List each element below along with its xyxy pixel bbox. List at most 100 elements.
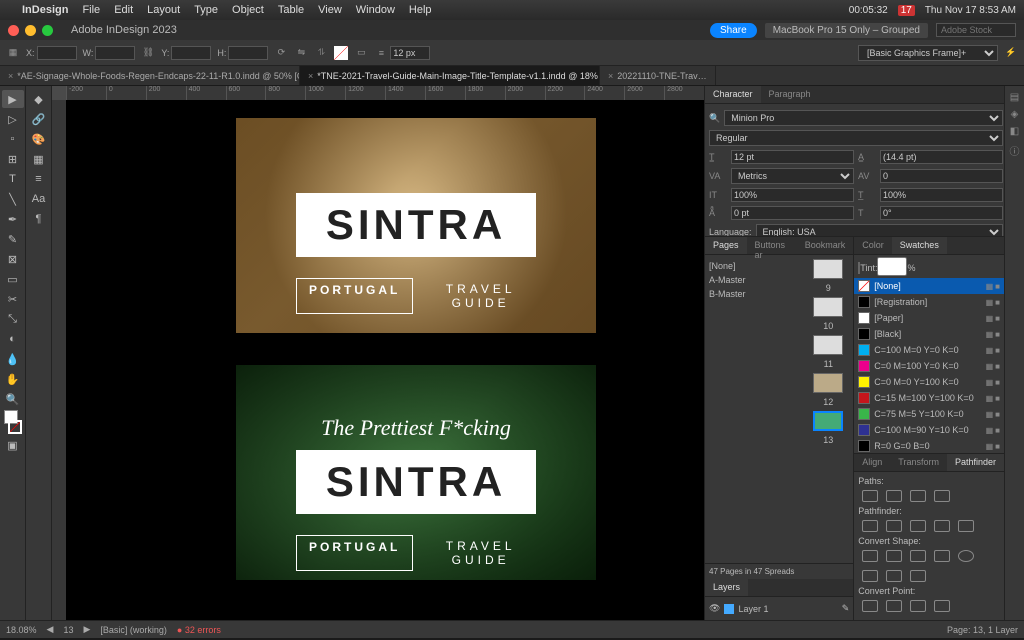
flip-v-icon[interactable]: ⥮ [314,46,328,60]
constrain-icon[interactable]: ⛓ [141,46,155,60]
swatch-row[interactable]: R=0 G=0 B=0▦■ [854,438,1004,453]
tracking-input[interactable] [880,169,1003,183]
free-transform-tool[interactable]: ⤡ [2,310,24,328]
path-open-icon[interactable] [886,490,902,502]
point-plain-icon[interactable] [862,600,878,612]
hscale-input[interactable] [880,188,1003,202]
font-size-input[interactable] [731,150,854,164]
tab-align[interactable]: Align [854,454,890,471]
tab-buttons[interactable]: Buttons ar [747,237,797,254]
swatch-row[interactable]: C=0 M=0 Y=100 K=0▦■ [854,374,1004,390]
pencil-tool[interactable]: ✎ [2,230,24,248]
document-tab[interactable]: ×20221110-TNE-Trav… [600,66,716,85]
gradient-panel-icon[interactable]: ▦ [28,150,50,168]
pf-subtract-icon[interactable] [886,520,902,532]
info-icon[interactable]: ⓘ [1010,143,1020,158]
line-tool[interactable]: ╲ [2,190,24,208]
menu-file[interactable]: File [82,4,100,16]
swatch-row[interactable]: C=100 M=0 Y=0 K=0▦■ [854,342,1004,358]
shape-bevel-icon[interactable] [910,550,926,562]
menu-view[interactable]: View [318,4,342,16]
path-reverse-icon[interactable] [934,490,950,502]
hand-tool[interactable]: ✋ [2,370,24,388]
glyphs-icon[interactable]: Aa [28,190,50,208]
swatch-row[interactable]: [Registration]▦■ [854,294,1004,310]
tab-bookmarks[interactable]: Bookmark [797,237,854,254]
fill-icon[interactable] [334,46,348,60]
shape-triangle-icon[interactable] [862,570,878,582]
swatch-row[interactable]: [Paper]▦■ [854,310,1004,326]
menu-object[interactable]: Object [232,4,264,16]
menu-type[interactable]: Type [194,4,218,16]
document-canvas[interactable]: -200020040060080010001200140016001800200… [52,86,704,620]
tab-paragraph[interactable]: Paragraph [761,86,819,103]
shape-ellipse-icon[interactable] [958,550,974,562]
pf-minus-back-icon[interactable] [958,520,974,532]
window-minimize-icon[interactable] [25,25,36,36]
menu-layout[interactable]: Layout [147,4,180,16]
type-tool[interactable]: T [2,170,24,188]
zoom-level[interactable]: 18.08% [6,625,37,635]
kerning-select[interactable]: Metrics [731,168,854,184]
master-none[interactable]: [None] [709,259,799,273]
tab-transform[interactable]: Transform [890,454,947,471]
links-icon[interactable]: 🔗 [28,110,50,128]
tab-layers[interactable]: Layers [705,579,748,596]
page-thumb[interactable] [813,373,843,393]
page-thumb-selected[interactable] [813,411,843,431]
ruler-vertical[interactable] [52,100,66,620]
properties-icon[interactable]: ▤ [1010,92,1019,103]
stroke-weight-input[interactable] [390,46,430,60]
tint-input[interactable] [877,257,907,276]
shape-inverse-icon[interactable] [934,550,950,562]
document-tab[interactable]: ×*TNE-2021-Travel-Guide-Main-Image-Title… [300,66,600,85]
rectangle-frame-tool[interactable]: ⊠ [2,250,24,268]
page-nav-prev-icon[interactable]: ◀ [47,624,54,635]
menu-clock[interactable]: Thu Nov 17 8:53 AM [925,5,1016,16]
workspace-switcher[interactable]: MacBook Pro 15 Only – Grouped [765,23,928,38]
close-tab-icon[interactable]: × [608,71,613,81]
window-zoom-icon[interactable] [42,25,53,36]
page-nav-input[interactable]: 13 [63,625,73,635]
cc-libraries-icon[interactable]: ◆ [28,90,50,108]
w-input[interactable] [95,46,135,60]
page-thumb[interactable] [813,335,843,355]
shape-line-icon[interactable] [910,570,926,582]
reference-point-icon[interactable]: ▦ [6,46,20,60]
rectangle-tool[interactable]: ▭ [2,270,24,288]
scissors-tool[interactable]: ✂ [2,290,24,308]
x-input[interactable] [37,46,77,60]
ruler-horizontal[interactable]: -200020040060080010001200140016001800200… [66,86,704,100]
gradient-tool[interactable]: ◐ [2,330,24,348]
cc-lib-icon[interactable]: ◈ [1011,109,1019,120]
direct-selection-tool[interactable]: ▷ [2,110,24,128]
pf-exclude-icon[interactable] [934,520,950,532]
master-b[interactable]: B-Master [709,287,799,301]
story-icon[interactable]: ¶ [28,210,50,228]
tab-color[interactable]: Color [854,237,892,254]
swatch-row[interactable]: [Black]▦■ [854,326,1004,342]
flip-h-icon[interactable]: ⇋ [294,46,308,60]
menu-calendar[interactable]: 17 [898,5,915,16]
swatch-row[interactable]: C=0 M=100 Y=0 K=0▦■ [854,358,1004,374]
stock-search-input[interactable] [936,23,1016,37]
visibility-icon[interactable]: 👁 [709,603,720,614]
menu-window[interactable]: Window [356,4,395,16]
layer-name[interactable]: Layer 1 [738,604,768,614]
eyedropper-tool[interactable]: 💧 [2,350,24,368]
quick-apply-icon[interactable]: ⚡ [1004,46,1018,60]
page-tool[interactable]: ▫ [2,130,24,148]
pf-intersect-icon[interactable] [910,520,926,532]
point-corner-icon[interactable] [886,600,902,612]
close-tab-icon[interactable]: × [8,71,13,81]
menu-help[interactable]: Help [409,4,432,16]
font-style-select[interactable]: Regular [709,130,1003,146]
path-close-icon[interactable] [910,490,926,502]
document-tab[interactable]: ×*AE-Signage-Whole-Foods-Regen-Endcaps-2… [0,66,300,85]
menu-edit[interactable]: Edit [114,4,133,16]
skew-input[interactable] [880,206,1003,220]
point-symmetric-icon[interactable] [934,600,950,612]
master-a[interactable]: A-Master [709,273,799,287]
share-button[interactable]: Share [710,23,757,38]
pasteboard[interactable]: SINTRA PORTUGALTRAVEL GUIDE The Pretties… [66,100,704,620]
